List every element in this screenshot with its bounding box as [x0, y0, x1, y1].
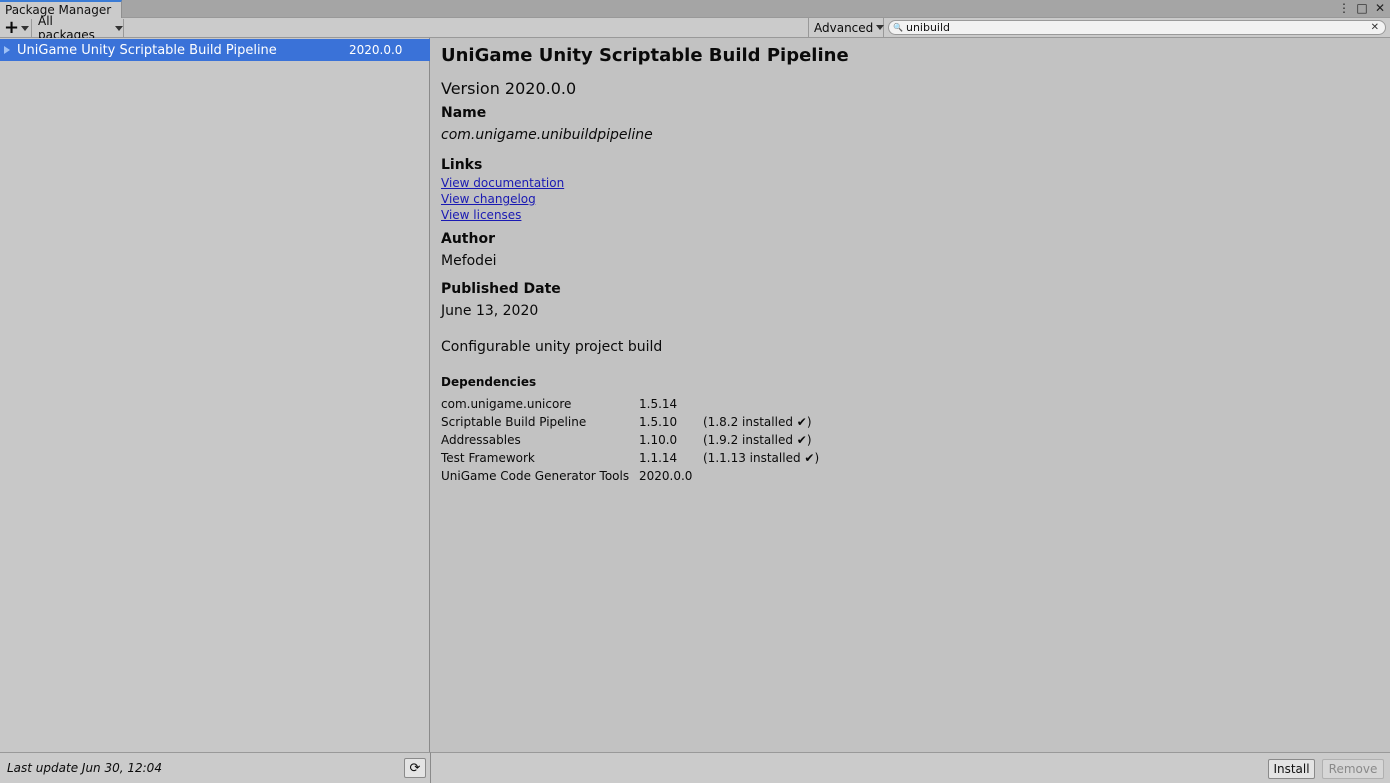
dependency-name: Addressables: [441, 433, 521, 447]
package-description: Configurable unity project build: [441, 339, 663, 355]
dependency-row: UniGame Code Generator Tools 2020.0.0: [441, 469, 703, 487]
chevron-down-icon: [876, 25, 885, 30]
dependency-version: 1.5.10: [639, 415, 678, 429]
dependency-row: Test Framework 1.1.14 (1.1.13 installed …: [441, 451, 819, 469]
dependency-status: (1.1.13 installed ✔): [703, 451, 820, 465]
search-box: 🔍 ✕: [888, 20, 1386, 35]
advanced-label: Advanced: [814, 20, 874, 35]
package-id: com.unigame.unibuildpipeline: [441, 127, 653, 143]
search-icon: 🔍: [893, 23, 903, 32]
view-changelog-link[interactable]: View changelog: [441, 192, 536, 206]
dependency-name: Test Framework: [441, 451, 535, 465]
dependency-name: com.unigame.unicore: [441, 397, 572, 411]
window-controls: ⋮ □ ✕: [1338, 0, 1386, 16]
expand-arrow-icon[interactable]: [4, 46, 10, 54]
advanced-dropdown[interactable]: Advanced: [808, 18, 885, 37]
dependencies-heading: Dependencies: [441, 375, 537, 389]
status-bar-right: Install Remove: [431, 752, 1390, 783]
view-licenses-link[interactable]: View licenses: [441, 208, 521, 222]
view-documentation-link[interactable]: View documentation: [441, 176, 564, 190]
author-value: Mefodei: [441, 253, 497, 269]
links-heading: Links: [441, 157, 483, 173]
dependency-version: 2020.0.0: [639, 469, 693, 483]
dependency-version: 1.5.14: [639, 397, 678, 411]
package-list-item[interactable]: UniGame Unity Scriptable Build Pipeline …: [0, 39, 430, 61]
published-date-heading: Published Date: [441, 281, 561, 297]
clear-search-icon[interactable]: ✕: [1371, 21, 1379, 34]
close-icon[interactable]: ✕: [1374, 1, 1386, 15]
refresh-button[interactable]: ⟳: [404, 758, 426, 778]
window-tab-bar: Package Manager ⋮ □ ✕: [0, 0, 1390, 19]
package-details: UniGame Unity Scriptable Build Pipeline …: [431, 38, 1390, 752]
dependency-status: (1.8.2 installed ✔): [703, 415, 812, 429]
install-button[interactable]: Install: [1268, 759, 1315, 779]
toolbar: + All packages Advanced 🔍 ✕: [0, 14, 1390, 42]
maximize-icon[interactable]: □: [1356, 1, 1368, 15]
dependency-row: Addressables 1.10.0 (1.9.2 installed ✔): [441, 433, 812, 451]
dependency-name: UniGame Code Generator Tools: [441, 469, 630, 483]
dependency-status: (1.9.2 installed ✔): [703, 433, 812, 447]
packages-filter-dropdown[interactable]: All packages: [34, 14, 124, 42]
dependency-row: Scriptable Build Pipeline 1.5.10 (1.8.2 …: [441, 415, 812, 433]
chevron-down-icon: [115, 25, 123, 31]
plus-icon: +: [4, 17, 20, 38]
more-icon[interactable]: ⋮: [1338, 1, 1350, 15]
chevron-down-icon: [21, 25, 30, 31]
add-package-button[interactable]: +: [2, 19, 32, 37]
name-heading: Name: [441, 105, 487, 121]
search-input[interactable]: [905, 21, 1366, 34]
refresh-icon: ⟳: [409, 760, 421, 776]
package-version: Version 2020.0.0: [441, 79, 577, 98]
last-update-text: Last update Jun 30, 12:04: [7, 761, 162, 775]
remove-button[interactable]: Remove: [1322, 759, 1384, 779]
package-item-name: UniGame Unity Scriptable Build Pipeline: [17, 42, 277, 58]
dependency-version: 1.10.0: [639, 433, 678, 447]
status-bar-left: Last update Jun 30, 12:04 ⟳: [0, 752, 431, 783]
package-list: UniGame Unity Scriptable Build Pipeline …: [0, 38, 430, 752]
dependency-version: 1.1.14: [639, 451, 678, 465]
author-heading: Author: [441, 231, 495, 247]
dependency-row: com.unigame.unicore 1.5.14: [441, 397, 703, 415]
published-date-value: June 13, 2020: [441, 303, 539, 319]
dependency-name: Scriptable Build Pipeline: [441, 415, 587, 429]
package-title: UniGame Unity Scriptable Build Pipeline: [441, 45, 849, 66]
package-item-version: 2020.0.0: [349, 43, 403, 57]
